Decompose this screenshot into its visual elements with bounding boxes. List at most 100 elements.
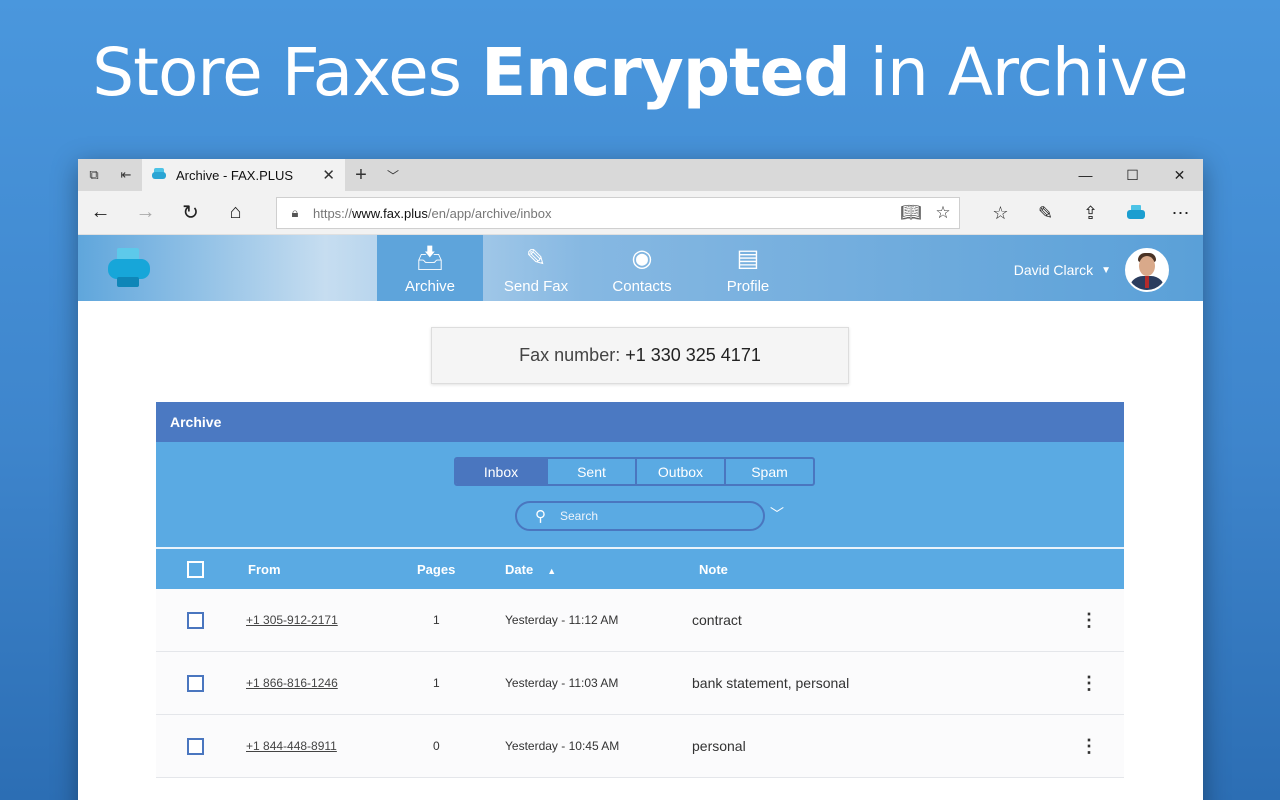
lock-icon: 🔒︎ — [291, 205, 299, 220]
favorite-star-icon[interactable]: ☆ — [927, 203, 959, 223]
back-icon[interactable]: ← — [78, 191, 123, 235]
row-note: contract — [692, 612, 742, 628]
fax-favicon-icon — [152, 168, 166, 182]
close-window-icon[interactable]: ✕ — [1156, 159, 1203, 191]
address-toolbar: ← → ↻ ⌂ 🔒︎ https://www.fax.plus/en/app/a… — [78, 191, 1203, 235]
inbox-icon: 📥︎ — [414, 244, 446, 272]
archive-tabs: Inbox Sent Outbox Spam — [454, 457, 815, 486]
pen-icon[interactable]: ✎ — [1023, 191, 1068, 235]
main-nav: 📥︎ Archive ✎ Send Fax ◉ Contacts ▤ Profi… — [377, 235, 801, 301]
reading-view-icon[interactable]: 📖︎ — [895, 203, 927, 223]
row-date: Yesterday - 11:12 AM — [505, 613, 619, 627]
table-row[interactable]: +1 866-816-1246 1 Yesterday - 11:03 AM b… — [156, 652, 1124, 715]
search-icon: ⚲ — [535, 508, 546, 525]
more-vertical-icon[interactable]: ⋮ — [1080, 736, 1098, 757]
table-row[interactable]: +1 305-912-2171 1 Yesterday - 11:12 AM c… — [156, 589, 1124, 652]
more-vertical-icon[interactable]: ⋮ — [1080, 673, 1098, 694]
search-input[interactable]: ⚲ Search — [515, 501, 765, 531]
column-note[interactable]: Note — [699, 562, 728, 577]
row-pages: 1 — [433, 676, 440, 690]
row-pages: 0 — [433, 739, 440, 753]
chevron-down-icon[interactable]: ﹀ — [377, 159, 409, 191]
nav-archive-label: Archive — [404, 278, 456, 295]
row-date: Yesterday - 10:45 AM — [505, 739, 620, 753]
archive-title: Archive — [156, 402, 1124, 442]
minimize-icon[interactable]: — — [1062, 159, 1109, 191]
row-date: Yesterday - 11:03 AM — [505, 676, 619, 690]
row-note: personal — [692, 738, 746, 754]
archive-toolbar: Inbox Sent Outbox Spam ⚲ Search ﹀ — [156, 442, 1124, 547]
fax-number-label: Fax number: — [519, 345, 621, 365]
nav-send-fax[interactable]: ✎ Send Fax — [483, 235, 589, 301]
tab-sent[interactable]: Sent — [546, 459, 635, 484]
new-tab-icon[interactable]: + — [345, 159, 377, 191]
fax-number-value: +1 330 325 4171 — [625, 345, 761, 365]
sort-up-icon: ▲ — [547, 565, 557, 576]
headline-part-2: in Archive — [849, 34, 1189, 111]
share-icon[interactable]: ⇪ — [1068, 191, 1113, 235]
row-pages: 1 — [433, 613, 440, 627]
user-name: David Clarck — [1013, 262, 1094, 278]
chevron-down-icon[interactable]: ﹀ — [770, 504, 784, 524]
favorites-list-icon[interactable]: ☆ — [978, 191, 1023, 235]
url-host: www.fax.plus — [352, 205, 428, 221]
table-header: From Pages Date ▲ Note — [156, 547, 1124, 589]
close-tab-icon[interactable]: ✕ — [322, 166, 335, 184]
fax-number-box: Fax number: +1 330 325 4171 — [431, 327, 849, 384]
headline: Store Faxes Encrypted in Archive — [0, 34, 1280, 111]
tab-spam[interactable]: Spam — [724, 459, 813, 484]
column-pages[interactable]: Pages — [417, 562, 455, 577]
home-icon[interactable]: ⌂ — [213, 191, 258, 235]
headline-bold: Encrypted — [481, 34, 851, 111]
tab-bar: ⧉ ⇤ Archive - FAX.PLUS ✕ + ﹀ — ☐ ✕ — [78, 159, 1203, 191]
column-date[interactable]: Date ▲ — [505, 562, 556, 577]
caret-down-icon: ▼ — [1101, 264, 1111, 276]
nav-contacts[interactable]: ◉ Contacts — [589, 235, 695, 301]
tab-title: Archive - FAX.PLUS — [176, 167, 294, 183]
nav-profile-label: Profile — [726, 278, 770, 295]
fax-extension-icon[interactable] — [1113, 191, 1158, 235]
user-menu[interactable]: David Clarck ▼ — [1014, 248, 1169, 292]
row-note: bank statement, personal — [692, 675, 850, 691]
set-aside-tabs-icon[interactable]: ⇤ — [110, 159, 142, 191]
row-checkbox[interactable] — [187, 737, 204, 755]
row-checkbox[interactable] — [187, 674, 204, 692]
nav-profile[interactable]: ▤ Profile — [695, 235, 801, 301]
table-row[interactable]: +1 844-448-8911 0 Yesterday - 10:45 AM p… — [156, 715, 1124, 778]
nav-archive[interactable]: 📥︎ Archive — [377, 235, 483, 301]
forward-icon[interactable]: → — [123, 191, 168, 235]
edit-icon: ✎ — [525, 244, 547, 272]
tab-archive[interactable]: Archive - FAX.PLUS ✕ — [142, 159, 345, 191]
page-content: Fax number: +1 330 325 4171 Archive Inbo… — [78, 301, 1203, 800]
more-vertical-icon[interactable]: ⋮ — [1080, 610, 1098, 631]
tab-manager-icon[interactable]: ⧉ — [78, 159, 110, 191]
row-from-link[interactable]: +1 844-448-8911 — [246, 739, 337, 753]
fax-plus-logo[interactable] — [108, 248, 150, 290]
browser-window: ⧉ ⇤ Archive - FAX.PLUS ✕ + ﹀ — ☐ ✕ ← → ↻… — [78, 159, 1203, 800]
select-all-checkbox[interactable] — [187, 560, 204, 578]
refresh-icon[interactable]: ↻ — [168, 191, 213, 235]
url-text[interactable]: https://www.fax.plus/en/app/archive/inbo… — [313, 206, 895, 221]
row-from-link[interactable]: +1 305-912-2171 — [246, 613, 338, 627]
search-placeholder: Search — [560, 509, 599, 523]
id-card-icon: ▤ — [736, 244, 760, 272]
headline-part-1: Store Faxes — [92, 34, 482, 111]
url-path: /en/app/archive/inbox — [427, 205, 552, 221]
nav-send-fax-label: Send Fax — [503, 278, 569, 295]
tab-inbox[interactable]: Inbox — [456, 459, 546, 484]
column-from[interactable]: From — [248, 562, 281, 577]
address-bar[interactable]: 🔒︎ https://www.fax.plus/en/app/archive/i… — [276, 197, 960, 229]
browser-actions: ☆ ✎ ⇪ ⋯ — [978, 191, 1203, 235]
column-date-label: Date — [505, 561, 534, 577]
nav-contacts-label: Contacts — [612, 278, 672, 295]
maximize-icon[interactable]: ☐ — [1109, 159, 1156, 191]
more-icon[interactable]: ⋯ — [1158, 191, 1203, 235]
app-header: 📥︎ Archive ✎ Send Fax ◉ Contacts ▤ Profi… — [78, 235, 1203, 301]
avatar[interactable] — [1125, 248, 1169, 292]
tab-outbox[interactable]: Outbox — [635, 459, 724, 484]
row-from-link[interactable]: +1 866-816-1246 — [246, 676, 338, 690]
archive-panel: Archive Inbox Sent Outbox Spam ⚲ Search … — [156, 402, 1124, 778]
row-checkbox[interactable] — [187, 611, 204, 629]
person-icon: ◉ — [631, 244, 653, 272]
url-scheme: https:// — [313, 205, 353, 221]
